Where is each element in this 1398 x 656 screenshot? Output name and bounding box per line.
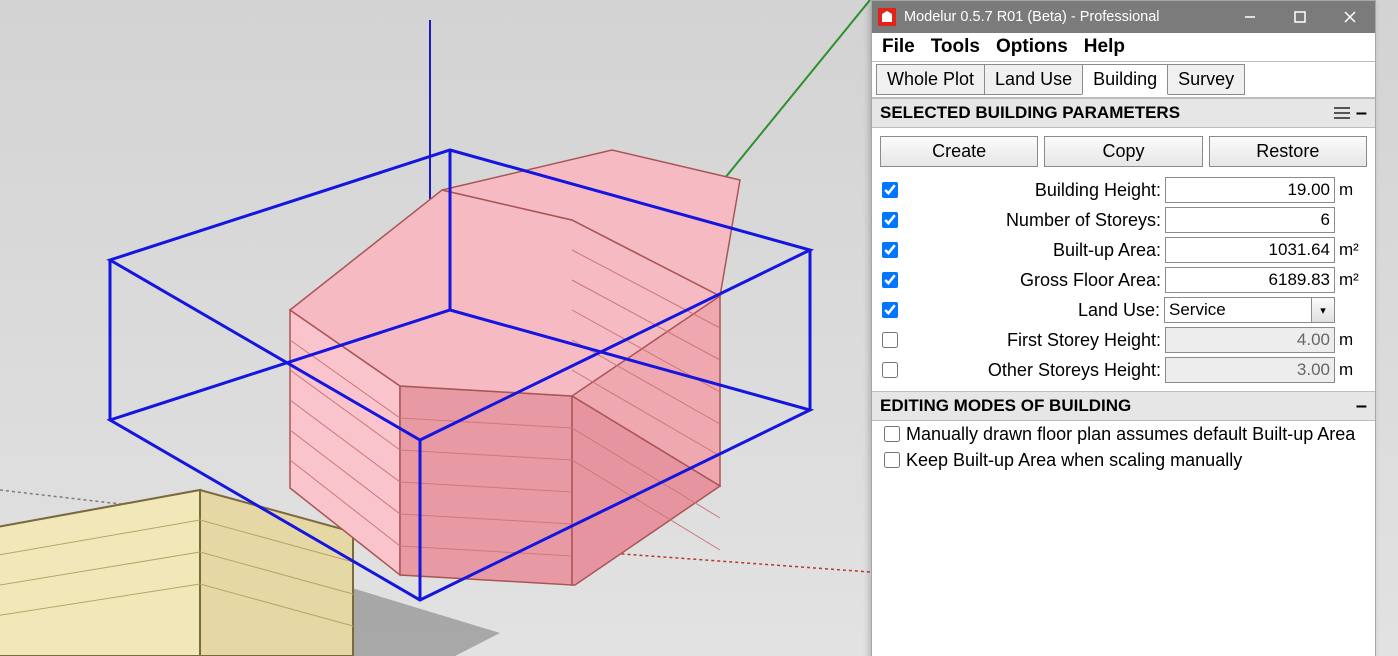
editing-label: Manually drawn floor plan assumes defaul…	[906, 424, 1355, 445]
pink-building	[290, 150, 740, 585]
param-input[interactable]	[1165, 237, 1335, 263]
section-editing-title: EDITING MODES OF BUILDING	[880, 396, 1131, 416]
menu-help[interactable]: Help	[1080, 34, 1129, 60]
editing-list: Manually drawn floor plan assumes defaul…	[872, 421, 1375, 473]
param-label: First Storey Height:	[904, 330, 1165, 351]
param-input	[1165, 327, 1335, 353]
param-label: Built-up Area:	[904, 240, 1165, 261]
window-title: Modelur 0.5.7 R01 (Beta) - Professional	[904, 9, 1160, 25]
app-icon	[878, 8, 896, 26]
param-checkbox[interactable]	[882, 302, 898, 318]
param-row: Building Height: m	[872, 175, 1375, 205]
close-button[interactable]	[1325, 1, 1375, 33]
maximize-button[interactable]	[1275, 1, 1325, 33]
tabbar: Whole Plot Land Use Building Survey	[872, 62, 1375, 98]
collapse-icon[interactable]: –	[1356, 401, 1367, 411]
param-label: Gross Floor Area:	[904, 270, 1165, 291]
collapse-icon[interactable]: –	[1356, 108, 1367, 118]
param-label: Other Storeys Height:	[904, 360, 1165, 381]
param-row: Other Storeys Height: m	[872, 355, 1375, 385]
param-row: First Storey Height: m	[872, 325, 1375, 355]
param-input	[1165, 357, 1335, 383]
editing-row: Manually drawn floor plan assumes defaul…	[872, 421, 1375, 447]
copy-button[interactable]: Copy	[1044, 136, 1202, 167]
tab-land-use[interactable]: Land Use	[984, 64, 1083, 95]
param-checkbox[interactable]	[882, 362, 898, 378]
param-input[interactable]	[1165, 177, 1335, 203]
param-checkbox[interactable]	[882, 242, 898, 258]
param-checkbox[interactable]	[882, 272, 898, 288]
menu-icon[interactable]	[1334, 107, 1350, 119]
param-row: Number of Storeys:	[872, 205, 1375, 235]
param-input[interactable]	[1165, 267, 1335, 293]
param-row: Land Use: ▾	[872, 295, 1375, 325]
param-label: Number of Storeys:	[904, 210, 1165, 231]
beige-building	[0, 490, 353, 656]
chevron-down-icon[interactable]: ▾	[1312, 297, 1335, 323]
tab-building[interactable]: Building	[1082, 64, 1168, 95]
param-unit: m²	[1335, 240, 1367, 260]
menubar: File Tools Options Help	[872, 33, 1375, 62]
param-label: Land Use:	[904, 300, 1164, 321]
section-editing-header[interactable]: EDITING MODES OF BUILDING –	[872, 391, 1375, 421]
editing-row: Keep Built-up Area when scaling manually	[872, 447, 1375, 473]
param-row: Gross Floor Area: m²	[872, 265, 1375, 295]
land-use-combo[interactable]: ▾	[1164, 297, 1335, 323]
restore-button[interactable]: Restore	[1209, 136, 1367, 167]
menu-options[interactable]: Options	[992, 34, 1072, 60]
param-input[interactable]	[1165, 207, 1335, 233]
menu-tools[interactable]: Tools	[927, 34, 984, 60]
param-row: Built-up Area: m²	[872, 235, 1375, 265]
param-unit: m²	[1335, 270, 1367, 290]
menu-file[interactable]: File	[878, 34, 919, 60]
tab-whole-plot[interactable]: Whole Plot	[876, 64, 985, 95]
editing-label: Keep Built-up Area when scaling manually	[906, 450, 1242, 471]
section-parameters-header[interactable]: SELECTED BUILDING PARAMETERS –	[872, 98, 1375, 128]
section-parameters-title: SELECTED BUILDING PARAMETERS	[880, 103, 1180, 123]
param-unit: m	[1335, 360, 1367, 380]
minimize-button[interactable]	[1225, 1, 1275, 33]
param-checkbox[interactable]	[882, 212, 898, 228]
param-input[interactable]	[1164, 297, 1312, 323]
param-checkbox[interactable]	[882, 332, 898, 348]
parameters-list: Building Height: m Number of Storeys: Built…	[872, 175, 1375, 385]
modelur-panel: Modelur 0.5.7 R01 (Beta) - Professional …	[871, 0, 1376, 656]
buttons-row: Create Copy Restore	[872, 128, 1375, 175]
param-label: Building Height:	[904, 180, 1165, 201]
tab-survey[interactable]: Survey	[1167, 64, 1245, 95]
param-unit: m	[1335, 180, 1367, 200]
editing-checkbox[interactable]	[884, 426, 900, 442]
param-checkbox[interactable]	[882, 182, 898, 198]
param-unit: m	[1335, 330, 1367, 350]
editing-checkbox[interactable]	[884, 452, 900, 468]
create-button[interactable]: Create	[880, 136, 1038, 167]
titlebar[interactable]: Modelur 0.5.7 R01 (Beta) - Professional	[872, 1, 1375, 33]
